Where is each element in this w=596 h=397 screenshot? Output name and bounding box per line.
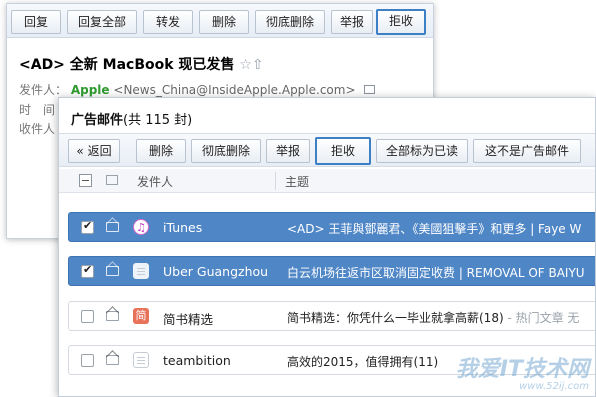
delete-button[interactable]: 删除 [199, 10, 249, 34]
mail-row[interactable]: 简简书精选 简书精选：你凭什么一毕业就拿高薪(18) - 热门文章 无 [68, 301, 595, 331]
delete-button[interactable]: 删除 [136, 139, 186, 163]
delete-permanent-button[interactable]: 彻底删除 [191, 139, 261, 163]
watermark-url: www.52ij.com [519, 381, 589, 392]
back-button[interactable]: « 返回 [68, 139, 120, 163]
row-preview: - 热门文章 无 [503, 311, 580, 325]
row-checkbox[interactable] [81, 219, 94, 234]
envelope-icon [106, 266, 119, 276]
read-status-header-icon [106, 175, 118, 185]
row-checkbox[interactable] [81, 310, 94, 323]
row-subject-text: 白云机场往返市区取消固定收费 | REMOVAL OF BAIYU [287, 266, 585, 280]
envelope-icon [106, 311, 119, 321]
row-subject-text: <AD> 王菲與鄧麗君、《美國狙擊手》和更多 | Faye W [287, 222, 582, 236]
doc-icon [133, 352, 149, 368]
column-header-subject[interactable]: 主题 [285, 173, 309, 190]
forward-button[interactable]: 转发 [143, 10, 193, 34]
not-ad-button[interactable]: 这不是广告邮件 [473, 139, 581, 163]
mark-all-read-button[interactable]: 全部标为已读 [376, 139, 468, 163]
list-header: 发件人 主题 [59, 169, 595, 193]
row-checkbox[interactable] [81, 354, 94, 367]
column-divider [275, 172, 276, 190]
itunes-icon: ♫ [133, 219, 149, 235]
select-all-checkbox[interactable] [79, 174, 92, 187]
row-subject[interactable]: 简书精选：你凭什么一毕业就拿高薪(18) - 热门文章 无 [287, 309, 579, 326]
row-subject[interactable]: <AD> 王菲與鄧麗君、《美國狙擊手》和更多 | Faye W [287, 220, 581, 237]
envelope-icon [106, 222, 119, 232]
email-subject-text: <AD> 全新 MacBook 现已发售 [19, 57, 235, 73]
reply-all-button[interactable]: 回复全部 [67, 10, 137, 34]
jianshu-icon: 简 [133, 308, 149, 324]
report-button[interactable]: 举报 [266, 139, 310, 163]
envelope-icon [106, 355, 119, 365]
ad-mail-folder-window: 广告邮件(共 115 封) « 返回 删除 彻底删除 举报 拒收 全部标为已读 … [58, 97, 596, 397]
from-label: 发件人： [19, 83, 68, 97]
row-subject[interactable]: 高效的2015，值得拥有(11) [287, 353, 438, 370]
column-header-sender[interactable]: 发件人 [137, 173, 173, 190]
folder-title: 广告邮件(共 115 封) [71, 109, 192, 128]
row-subject-text: 高效的2015，值得拥有(11) [287, 355, 439, 369]
folder-name: 广告邮件 [71, 113, 124, 128]
from-address: <News_China@InsideApple.Apple.com> [113, 83, 356, 97]
report-button[interactable]: 举报 [331, 10, 373, 34]
star-icon[interactable]: ☆ [239, 57, 252, 73]
mail-row[interactable]: ♫ iTunes <AD> 王菲與鄧麗君、《美國狙擊手》和更多 | Faye W [68, 212, 595, 242]
row-checkbox[interactable] [81, 263, 94, 278]
time-label: 时 间 [19, 103, 56, 117]
from-name[interactable]: Apple [71, 83, 110, 97]
delete-permanent-button[interactable]: 彻底删除 [255, 10, 325, 34]
folder-count: (共 115 封) [123, 113, 193, 128]
contact-card-icon[interactable] [364, 85, 376, 94]
from-row: 发件人： Apple <News_China@InsideApple.Apple… [19, 81, 376, 98]
flag-icon[interactable]: ⇧ [252, 57, 264, 73]
row-sender[interactable]: 简书精选 [163, 309, 213, 328]
mail-row[interactable]: teambition 高效的2015，值得拥有(11) [68, 345, 595, 375]
email-subject: <AD> 全新 MacBook 现已发售 ☆⇧ [19, 54, 264, 74]
row-sender[interactable]: iTunes [163, 220, 202, 235]
email-toolbar: 回复 回复全部 转发 删除 彻底删除 举报 拒收 [7, 4, 433, 38]
mail-row[interactable]: Uber Guangzhou 白云机场往返市区取消固定收费 | REMOVAL O… [68, 256, 595, 286]
row-sender[interactable]: teambition [163, 353, 231, 368]
reply-button[interactable]: 回复 [11, 10, 61, 34]
reject-button[interactable]: 拒收 [315, 137, 371, 165]
row-subject[interactable]: 白云机场往返市区取消固定收费 | REMOVAL OF BAIYU [287, 264, 585, 281]
reject-button[interactable]: 拒收 [376, 9, 426, 35]
row-sender[interactable]: Uber Guangzhou [163, 264, 268, 279]
row-subject-text: 简书精选：你凭什么一毕业就拿高薪(18) [287, 311, 504, 325]
to-label: 收件人 [19, 122, 56, 136]
doc-icon [133, 263, 149, 279]
folder-toolbar: « 返回 删除 彻底删除 举报 拒收 全部标为已读 这不是广告邮件 [59, 133, 595, 167]
